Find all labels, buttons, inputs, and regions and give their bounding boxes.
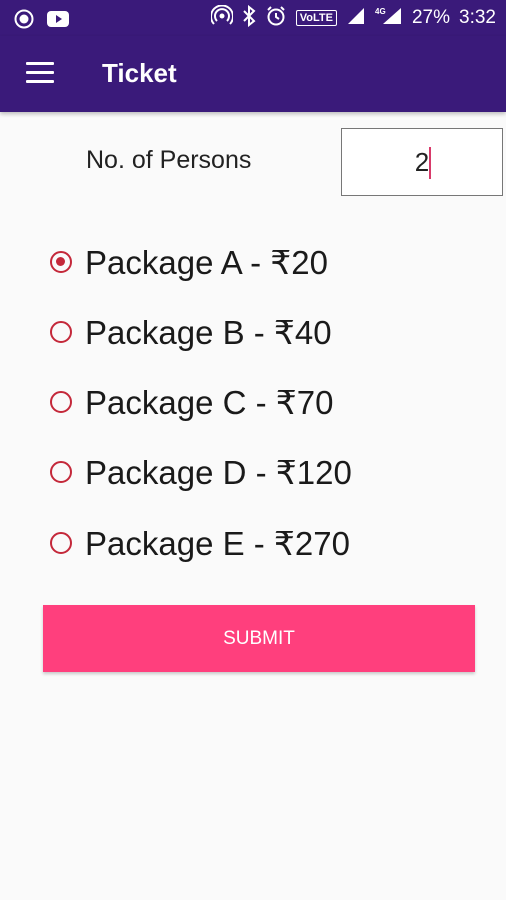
package-b-label: Package B - ₹40 xyxy=(85,313,332,351)
radio-button[interactable] xyxy=(50,391,72,413)
hamburger-menu-icon[interactable] xyxy=(26,62,54,84)
package-b-option[interactable]: Package B - ₹40 xyxy=(50,297,450,367)
text-cursor xyxy=(429,147,431,179)
package-c-option[interactable]: Package C - ₹70 xyxy=(50,367,450,437)
volte-icon: VoLTE xyxy=(295,10,337,26)
app-bar: Ticket xyxy=(0,36,506,112)
persons-input[interactable] xyxy=(341,128,503,196)
circle-icon xyxy=(14,9,34,34)
package-d-label: Package D - ₹120 xyxy=(85,453,352,491)
package-e-option[interactable]: Package E - ₹270 xyxy=(50,508,450,578)
youtube-icon xyxy=(46,10,70,33)
package-a-label: Package A - ₹20 xyxy=(85,243,328,281)
svg-text:4G: 4G xyxy=(375,7,386,16)
battery-level: 27% xyxy=(411,7,451,28)
hotspot-icon xyxy=(209,4,234,32)
radio-button[interactable] xyxy=(50,321,72,343)
clock-time: 3:32 xyxy=(459,7,496,28)
4g-signal-icon: 4G xyxy=(375,6,403,31)
signal-icon xyxy=(346,6,366,31)
page-title: Ticket xyxy=(102,58,177,88)
persons-label: No. of Persons xyxy=(86,146,252,174)
radio-button[interactable] xyxy=(50,532,72,554)
submit-button[interactable]: SUBMIT xyxy=(43,605,475,672)
package-d-option[interactable]: Package D - ₹120 xyxy=(50,437,450,507)
radio-button-checked[interactable] xyxy=(50,251,72,273)
radio-button[interactable] xyxy=(50,461,72,483)
status-bar: VoLTE 4G 27% 3:32 xyxy=(0,0,506,36)
package-e-label: Package E - ₹270 xyxy=(85,524,350,562)
package-a-option[interactable]: Package A - ₹20 xyxy=(50,227,450,297)
alarm-icon xyxy=(265,5,287,32)
bluetooth-icon xyxy=(242,4,256,32)
package-c-label: Package C - ₹70 xyxy=(85,383,334,421)
